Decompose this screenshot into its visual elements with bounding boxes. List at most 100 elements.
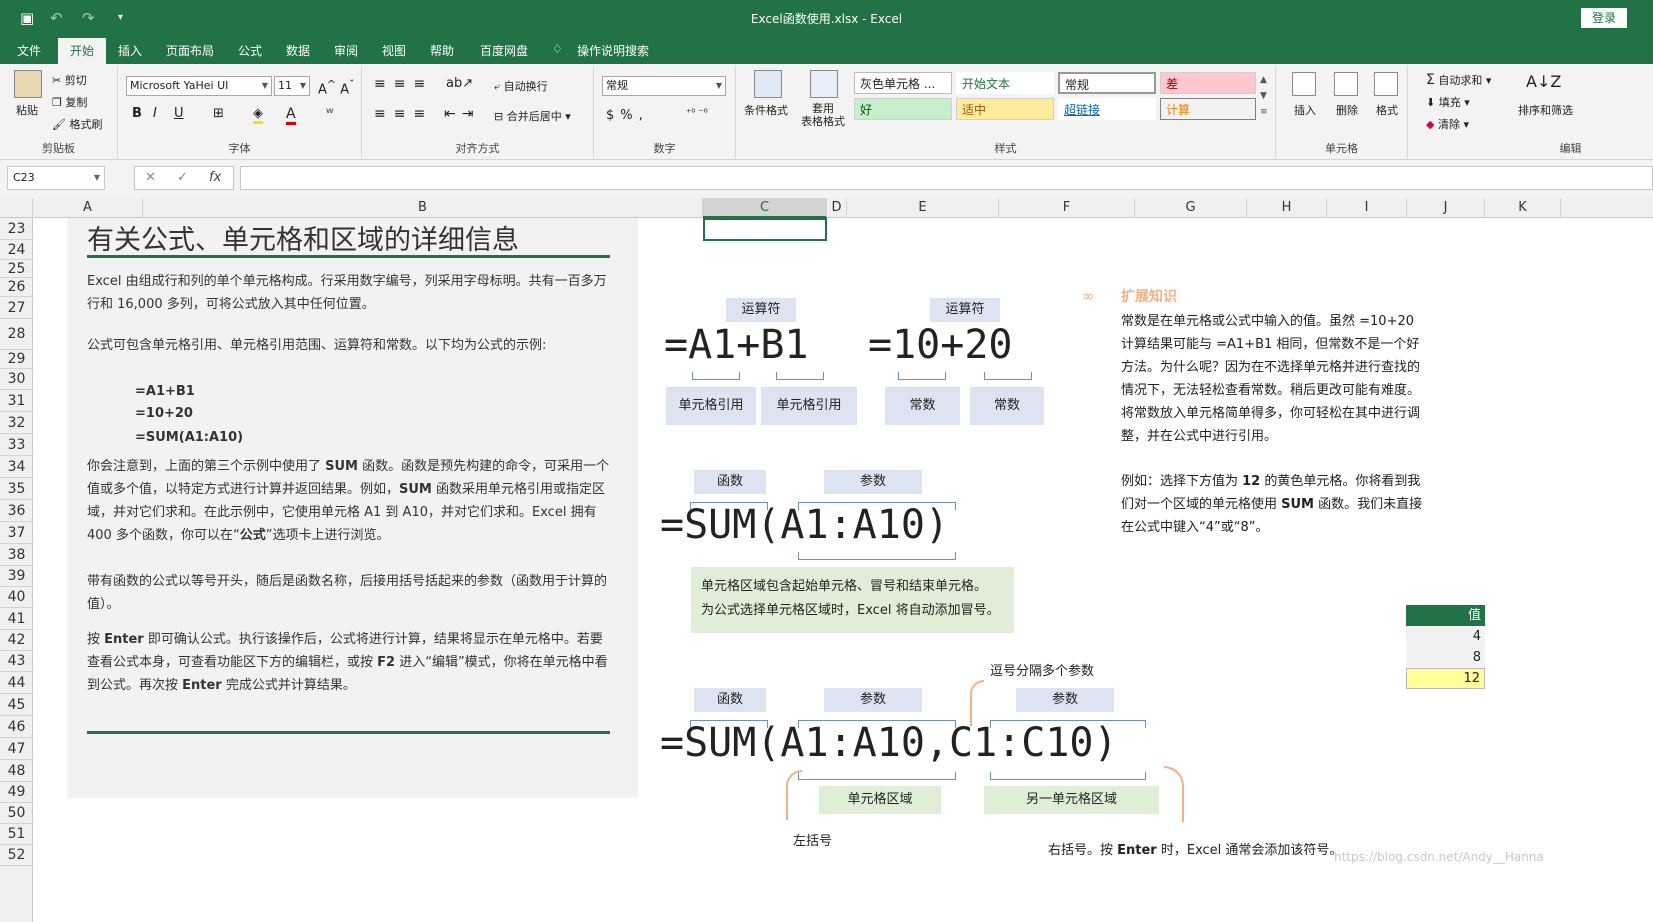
row-header[interactable]: 31 <box>0 390 33 412</box>
autosum-button[interactable]: Σ 自动求和 ▾ <box>1426 72 1491 88</box>
column-header[interactable]: C <box>703 198 827 218</box>
font-color-icon[interactable]: A <box>286 106 296 125</box>
font-size-select[interactable]: 11 ▼ <box>274 76 310 96</box>
tab-formulas[interactable]: 公式 <box>238 42 262 59</box>
row-header[interactable]: 26 <box>0 278 33 297</box>
horizontal-align-icons[interactable]: ≡≡≡ <box>374 106 433 122</box>
clear-button[interactable]: ◆ 清除 ▾ <box>1426 116 1469 132</box>
column-header[interactable]: D <box>827 198 847 218</box>
style-good[interactable]: 好 <box>854 98 952 120</box>
insert-function-icon[interactable]: fx <box>209 170 221 185</box>
phonetic-icon[interactable]: ᵂ <box>326 106 333 120</box>
column-header[interactable]: I <box>1327 198 1407 218</box>
insert-cells-button[interactable]: 插入 <box>1294 102 1316 118</box>
paste-button[interactable]: 粘贴 <box>16 102 38 118</box>
sort-filter-button[interactable]: 排序和筛选 <box>1518 102 1573 118</box>
column-header[interactable]: B <box>143 198 703 218</box>
value-cell[interactable]: 8 <box>1406 647 1485 668</box>
row-header[interactable]: 52 <box>0 845 33 866</box>
style-calculation[interactable]: 计算 <box>1160 98 1256 120</box>
row-header[interactable]: 43 <box>0 651 33 672</box>
column-header[interactable]: A <box>33 198 143 218</box>
row-header[interactable]: 51 <box>0 824 33 845</box>
row-header[interactable]: 35 <box>0 478 33 500</box>
row-header[interactable]: 41 <box>0 608 33 630</box>
style-bad[interactable]: 差 <box>1160 72 1256 94</box>
tab-review[interactable]: 审阅 <box>334 42 358 59</box>
row-header[interactable]: 48 <box>0 760 33 782</box>
row-header[interactable]: 34 <box>0 456 33 478</box>
row-header[interactable]: 33 <box>0 434 33 456</box>
row-header[interactable]: 25 <box>0 260 33 278</box>
format-as-table-icon[interactable] <box>810 70 838 101</box>
column-header[interactable]: K <box>1485 198 1561 218</box>
select-all-corner[interactable] <box>0 198 33 218</box>
active-cell-c23[interactable] <box>703 218 827 241</box>
decimal-icons[interactable]: ⁺⁰ ⁻⁰ <box>686 108 708 119</box>
styles-scroll-icon[interactable]: ▲ ▼ ≡ <box>1260 72 1268 120</box>
value-cell[interactable]: 4 <box>1406 626 1485 647</box>
grow-font-icon[interactable]: A^ Aˇ <box>318 78 354 97</box>
cut-button[interactable]: ✂ 剪切 <box>52 72 87 88</box>
cancel-icon[interactable]: ✕ <box>145 170 156 185</box>
style-neutral[interactable]: 适中 <box>956 98 1054 120</box>
row-header[interactable]: 40 <box>0 587 33 608</box>
row-header[interactable]: 44 <box>0 672 33 694</box>
tab-view[interactable]: 视图 <box>382 42 406 59</box>
insert-cells-icon[interactable] <box>1292 72 1316 99</box>
delete-cells-button[interactable]: 删除 <box>1336 102 1358 118</box>
values-header[interactable]: 值 <box>1406 605 1485 626</box>
row-header[interactable]: 23 <box>0 218 33 240</box>
paste-icon[interactable] <box>14 70 42 101</box>
font-name-select[interactable]: Microsoft YaHei UI ▼ <box>126 76 272 96</box>
row-header[interactable]: 30 <box>0 369 33 390</box>
tab-baidu[interactable]: 百度网盘 <box>480 42 528 59</box>
row-header[interactable]: 38 <box>0 544 33 566</box>
italic-icon[interactable]: I <box>153 106 157 121</box>
tab-page-layout[interactable]: 页面布局 <box>166 42 214 59</box>
row-header[interactable]: 27 <box>0 297 33 319</box>
column-header[interactable]: F <box>999 198 1135 218</box>
fill-button[interactable]: ⬇ 填充 ▾ <box>1426 94 1470 110</box>
name-box[interactable]: C23 ▼ <box>7 166 105 190</box>
tab-data[interactable]: 数据 <box>286 42 310 59</box>
row-header[interactable]: 42 <box>0 630 33 651</box>
number-format-select[interactable]: 常规 ▼ <box>602 76 726 96</box>
row-header[interactable]: 37 <box>0 522 33 544</box>
tell-me-search[interactable]: 操作说明搜索 <box>577 42 649 59</box>
column-header[interactable]: H <box>1247 198 1327 218</box>
sort-filter-icon[interactable]: A↓Z <box>1526 72 1561 91</box>
delete-cells-icon[interactable] <box>1334 72 1358 99</box>
format-cells-button[interactable]: 格式 <box>1376 102 1398 118</box>
row-header[interactable]: 36 <box>0 500 33 522</box>
enter-icon[interactable]: ✓ <box>177 170 188 185</box>
conditional-format-button[interactable]: 条件格式 <box>744 102 788 118</box>
merge-center-button[interactable]: ⊟ 合并后居中 ▾ <box>494 108 571 124</box>
style-hyperlink[interactable]: 超链接 <box>1058 98 1156 120</box>
column-header[interactable]: E <box>847 198 999 218</box>
column-header[interactable]: G <box>1135 198 1247 218</box>
tab-home[interactable]: 开始 <box>58 38 107 64</box>
copy-button[interactable]: ❐ 复制 <box>52 94 87 110</box>
format-as-table-button[interactable]: 套用 表格格式 <box>798 102 848 128</box>
sum-value-cell[interactable]: 12 <box>1406 668 1485 689</box>
style-normal[interactable]: 常规 <box>1058 72 1156 94</box>
border-icon[interactable]: ⊞ <box>213 106 224 121</box>
row-header[interactable]: 47 <box>0 738 33 760</box>
conditional-format-icon[interactable] <box>754 70 782 101</box>
fill-color-icon[interactable]: ◈ <box>253 106 263 124</box>
tab-file[interactable]: 文件 <box>17 42 41 59</box>
row-header[interactable]: 28 <box>0 319 33 350</box>
row-header[interactable]: 39 <box>0 566 33 587</box>
tab-insert[interactable]: 插入 <box>118 42 142 59</box>
format-cells-icon[interactable] <box>1374 72 1398 99</box>
wrap-text-button[interactable]: ⤶ 自动换行 <box>494 78 548 94</box>
tab-help[interactable]: 帮助 <box>430 42 454 59</box>
style-gray-cell[interactable]: 灰色单元格 ... <box>854 72 952 94</box>
indent-icons[interactable]: ⇤⇥ <box>444 106 479 122</box>
formula-input[interactable] <box>240 166 1653 190</box>
style-start-text[interactable]: 开始文本 <box>956 72 1054 94</box>
vertical-align-icons[interactable]: ≡≡≡ <box>374 76 433 92</box>
currency-percent-icons[interactable]: $%, <box>606 108 649 123</box>
underline-icon[interactable]: U <box>174 106 184 121</box>
